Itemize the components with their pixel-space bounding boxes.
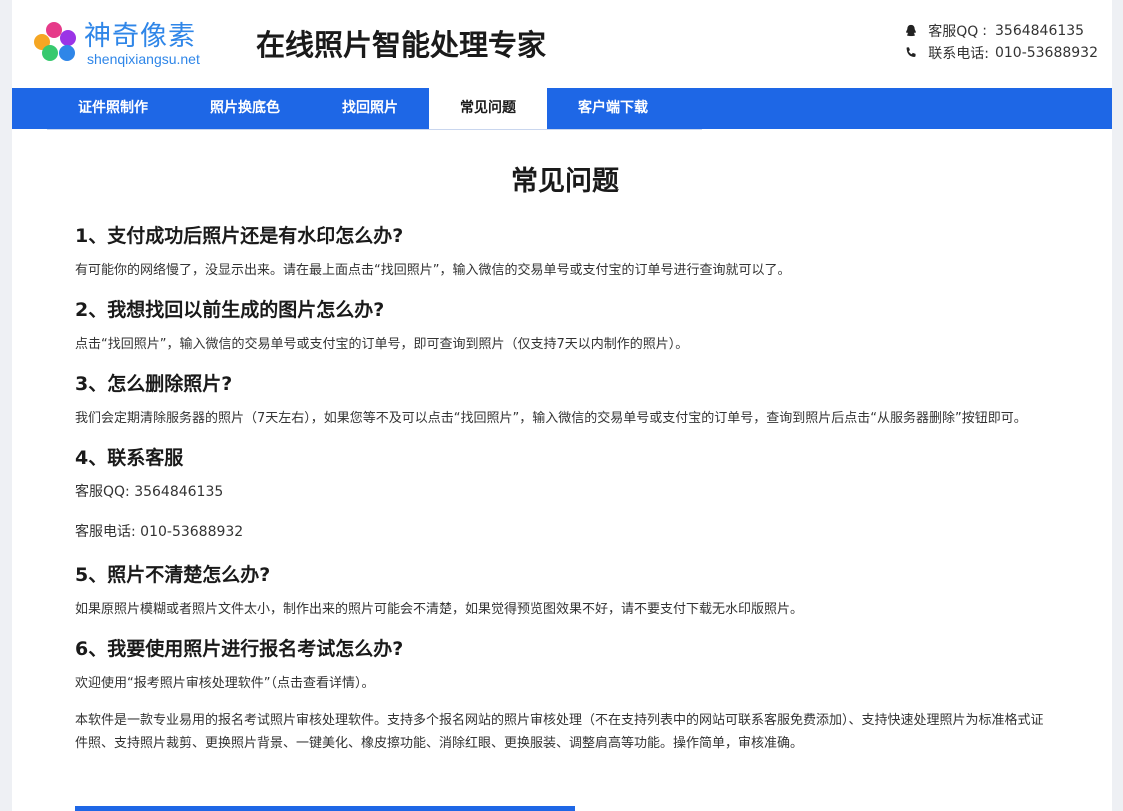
software-link[interactable]: 欢迎使用“报考照片审核处理软件”（点击查看详情）。 (75, 672, 1055, 695)
qq-number: 3564846135 (995, 23, 1085, 39)
logo-dots-icon (32, 20, 80, 66)
nav-item-client-download[interactable]: 客户端下载 (547, 88, 679, 129)
nav-item-id-photo[interactable]: 证件照制作 (47, 88, 179, 129)
phone-contact[interactable]: 联系电话: 010-53688932 (904, 42, 1098, 64)
faq-question: 5、照片不清楚怎么办? (75, 564, 271, 586)
faq-question: 6、我要使用照片进行报名考试怎么办? (75, 638, 404, 660)
main-nav: 证件照制作 照片换底色 找回照片 常见问题 客户端下载 (12, 88, 1112, 129)
faq-answer-qq: 客服QQ: 3564846135 (75, 484, 224, 500)
nav-item-change-background[interactable]: 照片换底色 (179, 88, 311, 129)
header-contact: 客服QQ : 3564846135 联系电话: 010-53688932 (904, 20, 1098, 64)
site-header: 神奇像素 shenqixiangsu.net 在线照片智能处理专家 客服QQ :… (12, 0, 1112, 88)
faq-item: 1、支付成功后照片还是有水印怎么办? 有可能你的网络慢了，没显示出来。请在最上面… (75, 222, 1055, 282)
phone-number: 010-53688932 (994, 45, 1098, 61)
software-description: 本软件是一款专业易用的报名考试照片审核处理软件。支持多个报名网站的照片审核处理（… (75, 713, 1044, 751)
faq-item: 6、我要使用照片进行报名考试怎么办? 欢迎使用“报考照片审核处理软件”（点击查看… (75, 635, 1055, 755)
faq-item: 2、我想找回以前生成的图片怎么办? 点击“找回照片”，输入微信的交易单号或支付宝… (75, 296, 1055, 356)
faq-answer: 我们会定期清除服务器的照片（7天左右），如果您等不及可以点击“找回照片”，输入微… (75, 411, 1027, 426)
qq-icon (906, 24, 917, 37)
faq-item: 3、怎么删除照片? 我们会定期清除服务器的照片（7天左右），如果您等不及可以点击… (75, 370, 1055, 430)
nav-item-retrieve-photo[interactable]: 找回照片 (311, 88, 429, 129)
page-title: 常见问题 (511, 166, 619, 197)
logo-name: 神奇像素 (84, 21, 196, 52)
faq-item: 4、联系客服 客服QQ: 3564846135 客服电话: 010-536889… (75, 444, 1055, 544)
faq-content: 常见问题 1、支付成功后照片还是有水印怎么办? 有可能你的网络慢了，没显示出来。… (75, 130, 1055, 769)
site-title: 在线照片智能处理专家 (256, 28, 547, 62)
faq-answer: 如果原照片模糊或者照片文件太小，制作出来的照片可能会不清楚，如果觉得预览图效果不… (75, 602, 804, 617)
faq-question: 1、支付成功后照片还是有水印怎么办? (75, 225, 404, 247)
faq-answer-phone: 客服电话: 010-53688932 (75, 524, 244, 540)
qq-contact[interactable]: 客服QQ : 3564846135 (904, 20, 1098, 42)
faq-question: 3、怎么删除照片? (75, 373, 233, 395)
phone-icon (906, 47, 916, 57)
faq-answer: 点击“找回照片”，输入微信的交易单号或支付宝的订单号，即可查询到照片（仅支持7天… (75, 337, 689, 352)
nav-item-faq[interactable]: 常见问题 (429, 88, 547, 129)
qq-label: 客服QQ (928, 24, 979, 40)
logo-domain: shenqixiangsu.net (87, 51, 200, 67)
page: 神奇像素 shenqixiangsu.net 在线照片智能处理专家 客服QQ :… (12, 0, 1112, 811)
software-banner-image[interactable] (75, 806, 575, 811)
phone-label: 联系电话: (928, 46, 989, 62)
qq-separator: : (982, 23, 988, 39)
faq-item: 5、照片不清楚怎么办? 如果原照片模糊或者照片文件太小，制作出来的照片可能会不清… (75, 561, 1055, 621)
faq-question: 2、我想找回以前生成的图片怎么办? (75, 299, 385, 321)
faq-answer: 有可能你的网络慢了，没显示出来。请在最上面点击“找回照片”，输入微信的交易单号或… (75, 263, 791, 278)
site-logo[interactable]: 神奇像素 shenqixiangsu.net (32, 14, 222, 74)
faq-question: 4、联系客服 (75, 447, 184, 469)
